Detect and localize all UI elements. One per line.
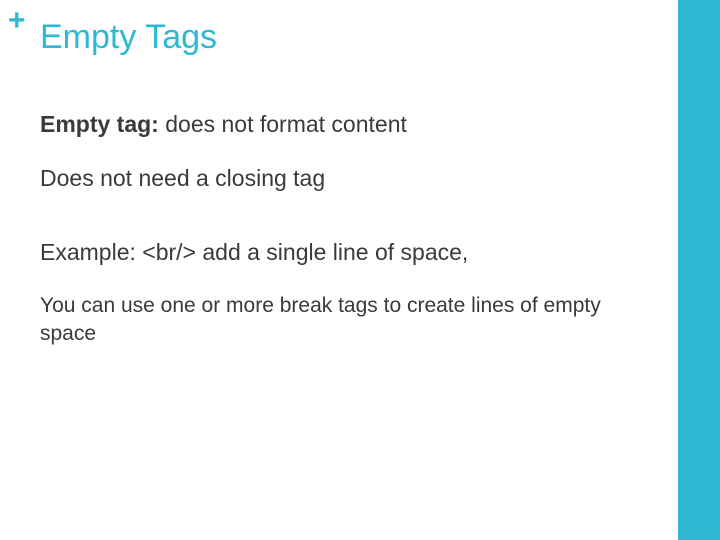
paragraph-3: Example: <br/> add a single line of spac…	[40, 238, 650, 268]
slide: + Empty Tags Empty tag: does not format …	[0, 0, 720, 540]
paragraph-2: Does not need a closing tag	[40, 164, 650, 194]
plus-icon: +	[8, 6, 26, 36]
slide-title: Empty Tags	[40, 18, 217, 57]
paragraph-1-rest: does not format content	[159, 111, 407, 137]
slide-body: Empty tag: does not format content Does …	[40, 110, 650, 348]
paragraph-4: You can use one or more break tags to cr…	[40, 292, 650, 349]
paragraph-1: Empty tag: does not format content	[40, 110, 650, 140]
accent-side-bar	[678, 0, 720, 540]
paragraph-1-term: Empty tag:	[40, 111, 159, 137]
